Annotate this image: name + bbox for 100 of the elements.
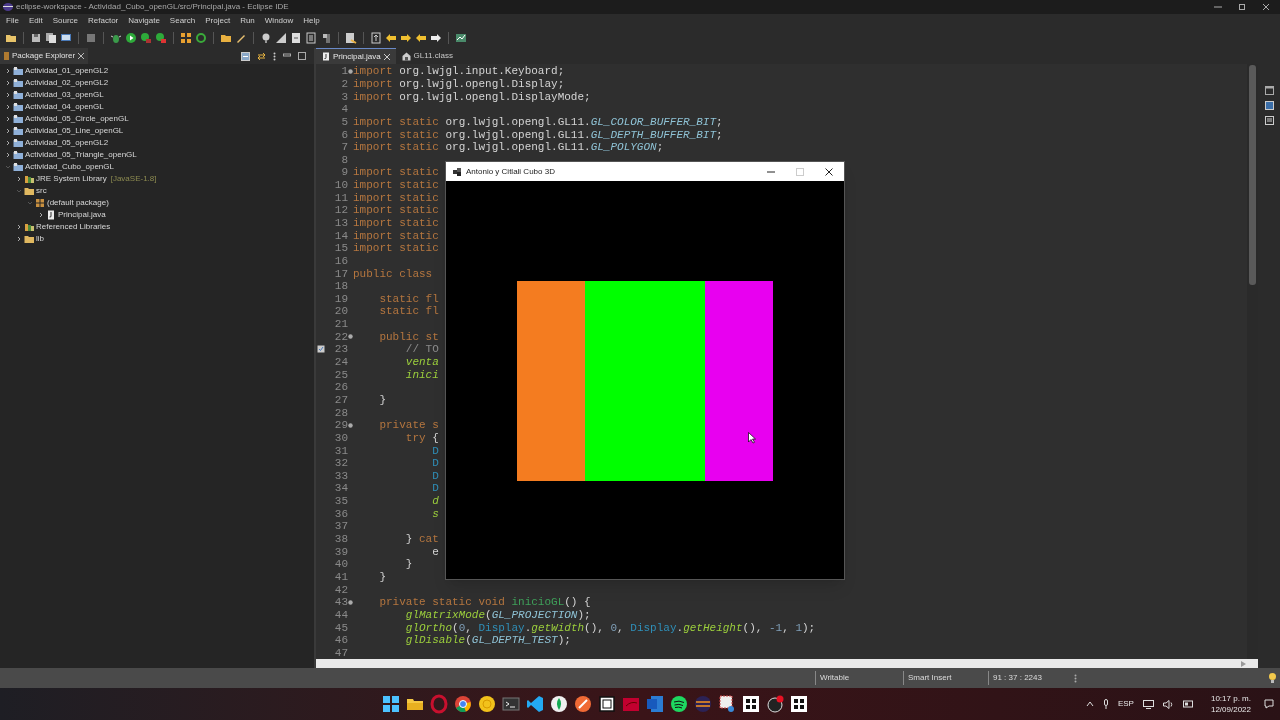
eclipse-icon[interactable] [693,694,713,714]
leaf-icon[interactable] [549,694,569,714]
pencil-icon[interactable] [235,32,247,44]
folder-icon[interactable] [5,32,17,44]
tree-item[interactable]: Actividad_03_openGL [0,89,314,101]
more-options-icon[interactable] [273,51,276,61]
page-icon[interactable] [305,32,317,44]
chevron-right-icon[interactable] [5,128,11,134]
maximize-icon[interactable] [298,52,306,60]
tree-item[interactable]: Actividad_01_openGL2 [0,65,314,77]
chevron-right-icon[interactable] [5,68,11,74]
chart-icon[interactable] [455,32,467,44]
bug-icon[interactable] [110,32,122,44]
run-tool-icon[interactable] [140,32,152,44]
package-explorer-tab[interactable]: Package Explorer [0,48,89,64]
speaker-icon[interactable] [1162,699,1174,709]
code-editor-icon[interactable] [525,694,545,714]
chevron-right-icon[interactable] [5,152,11,158]
fold-marker-icon[interactable] [348,68,353,74]
clock-date[interactable]: 12/09/2022 [1210,704,1251,715]
coin-icon[interactable] [477,694,497,714]
open-folder-icon[interactable] [220,32,232,44]
arrow-left-icon[interactable] [385,32,397,44]
close-icon[interactable] [1262,3,1270,11]
menu-item[interactable]: Navigate [123,15,165,27]
tree-item[interactable]: Actividad_05_Circle_openGL [0,113,314,125]
arrow-right-icon[interactable] [400,32,412,44]
refresh-icon[interactable] [195,32,207,44]
tree-item[interactable]: Actividad_Cubo_openGL [0,161,314,173]
upload-icon[interactable] [370,32,382,44]
triangle-icon[interactable] [275,32,287,44]
windows-logo-icon[interactable] [381,694,401,714]
minimize-icon[interactable] [283,52,291,60]
collapse-icon[interactable] [241,51,250,61]
notification-icon[interactable] [1264,699,1274,709]
menu-item[interactable]: Refactor [83,15,124,27]
menu-item[interactable]: File [1,15,24,27]
cube-grid-icon[interactable] [789,694,809,714]
chevron-right-icon[interactable] [5,104,11,110]
outline-icon[interactable] [1264,101,1274,110]
menu-item[interactable]: Edit [23,15,48,27]
chevron-right-icon[interactable] [5,92,11,98]
more-options-icon[interactable] [1074,673,1077,683]
tree-item[interactable]: (default package) [0,197,314,209]
slash-circle-icon[interactable] [573,694,593,714]
menu-item[interactable]: Source [47,15,84,27]
grid-icon[interactable] [180,32,192,44]
chevron-up-icon[interactable] [1085,701,1094,707]
maximize-icon[interactable] [1238,3,1246,11]
pilcrow-icon[interactable] [320,32,332,44]
fold-marker-icon[interactable] [348,334,353,340]
chevron-right-icon[interactable] [5,116,11,122]
cube-grid-icon[interactable] [741,694,761,714]
record-icon[interactable] [765,694,785,714]
tree-item[interactable]: lib [0,233,314,245]
chevron-right-icon[interactable] [5,140,11,146]
microphone-icon[interactable] [1102,699,1109,709]
annotation-icon[interactable] [345,32,357,44]
list-icon[interactable] [1264,116,1274,125]
monitor-icon[interactable] [1142,699,1154,709]
snipping-icon[interactable] [717,694,737,714]
terminal-icon[interactable] [501,694,521,714]
tree-item[interactable]: JRE System Library [JavaSE-1.8] [0,173,314,185]
restore-icon[interactable] [1264,86,1274,95]
arrow-left-icon[interactable] [415,32,427,44]
clock-time[interactable]: 10:17 p. m. [1210,693,1251,704]
chevron-right-icon[interactable] [38,212,44,218]
chevron-right-icon[interactable] [16,236,22,242]
menu-item[interactable]: Help [298,15,325,27]
tree-item[interactable]: Actividad_04_openGL [0,101,314,113]
tree-item[interactable]: Actividad_05_Triangle_openGL [0,149,314,161]
tree-item[interactable]: Actividad_05_openGL2 [0,137,314,149]
stop-run-icon[interactable] [155,32,167,44]
play-icon[interactable] [125,32,137,44]
scrollbar-thumb[interactable] [1249,65,1256,285]
battery-icon[interactable] [1182,700,1194,708]
monitor-icon[interactable] [60,32,72,44]
spotify-icon[interactable] [669,694,689,714]
menu-item[interactable]: Run [235,15,260,27]
chrome-icon[interactable] [453,694,473,714]
menu-item[interactable]: Window [259,15,299,27]
tree-item[interactable]: Principal.java [0,209,314,221]
tree-item[interactable]: src [0,185,314,197]
chevron-right-icon[interactable] [5,80,11,86]
close-icon[interactable] [78,53,85,59]
fold-marker-icon[interactable] [348,422,353,428]
language-indicator[interactable]: ESP [1117,698,1134,710]
fold-marker-icon[interactable] [348,599,353,605]
lightbulb-icon[interactable] [260,32,272,44]
documents-icon[interactable] [45,32,57,44]
tree-item[interactable]: Actividad_05_Line_openGL [0,125,314,137]
minimize-icon[interactable] [1214,3,1222,11]
close-icon[interactable] [825,167,833,176]
editor-tab[interactable]: Principal.java [316,48,396,64]
menu-item[interactable]: Search [164,15,201,27]
square-icon[interactable] [85,32,97,44]
lightbulb-icon[interactable] [1269,673,1276,683]
menu-item[interactable]: Project [200,15,236,27]
tree-item[interactable]: Referenced Libraries [0,221,314,233]
square-app-icon[interactable] [597,694,617,714]
